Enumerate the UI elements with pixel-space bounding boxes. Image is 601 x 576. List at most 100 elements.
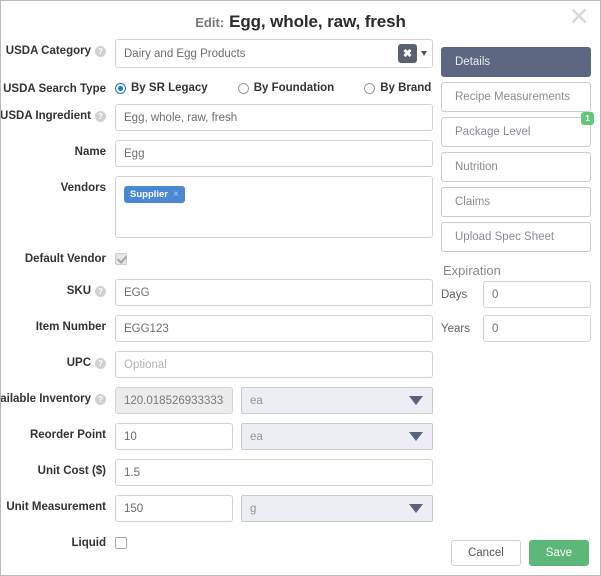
label-text: Unit Measurement xyxy=(6,501,106,513)
reorder-point-input[interactable] xyxy=(115,423,233,450)
default-vendor-checkbox xyxy=(115,253,127,265)
liquid-checkbox[interactable] xyxy=(115,537,127,549)
field-usda-ingredient: USDA Ingredient ? xyxy=(1,104,433,131)
label-usda-category: USDA Category ? xyxy=(1,39,115,57)
expiration-years-input[interactable] xyxy=(483,315,591,342)
label-expiration-days: Days xyxy=(441,288,468,301)
label-text: UPC xyxy=(66,357,91,369)
label-text: Item Number xyxy=(35,321,106,333)
label-default-vendor: Default Vendor xyxy=(1,247,115,265)
label-text: USDA Search Type xyxy=(3,83,106,95)
radio-label: By Brand xyxy=(380,82,432,94)
label-text: Unit Cost ($) xyxy=(37,465,106,477)
sidebar-item-recipe-measurements[interactable]: Recipe Measurements xyxy=(441,82,591,112)
help-icon[interactable]: ? xyxy=(95,393,106,405)
label-unit-measurement: Unit Measurement xyxy=(1,495,115,513)
usda-category-value: Dairy and Egg Products xyxy=(124,47,246,60)
tab-label: Recipe Measurements xyxy=(455,91,571,103)
field-unit-measurement: Unit Measurement g xyxy=(1,495,433,522)
help-icon[interactable]: ? xyxy=(95,110,106,122)
label-text: Available Inventory xyxy=(0,393,91,405)
unit-value: ea xyxy=(250,430,263,443)
remove-icon[interactable]: × xyxy=(173,189,179,200)
unit-value: ea xyxy=(250,394,263,407)
field-expiration-days: Days xyxy=(441,281,591,308)
usda-search-type-group: By SR Legacy By Foundation By Brand xyxy=(115,77,461,94)
chevron-down-icon xyxy=(409,396,423,405)
radio-by-brand[interactable]: By Brand xyxy=(364,82,431,94)
unit-cost-input[interactable] xyxy=(115,459,433,486)
upc-input[interactable] xyxy=(115,351,433,378)
cancel-button[interactable]: Cancel xyxy=(450,540,521,566)
label-usda-ingredient: USDA Ingredient ? xyxy=(1,104,115,122)
radio-indicator[interactable] xyxy=(115,82,126,94)
help-icon[interactable]: ? xyxy=(95,285,106,297)
sidebar: Details Recipe Measurements Package Leve… xyxy=(433,39,594,563)
radio-indicator[interactable] xyxy=(237,82,249,94)
label-name: Name xyxy=(1,140,115,158)
radio-indicator[interactable] xyxy=(364,82,376,94)
unit-measurement-input[interactable] xyxy=(115,495,233,522)
sidebar-item-details[interactable]: Details xyxy=(441,47,591,77)
label-liquid: Liquid xyxy=(1,531,115,549)
radio-by-foundation[interactable]: By Foundation xyxy=(237,82,335,94)
sidebar-item-claims[interactable]: Claims xyxy=(441,187,591,217)
tab-label: Nutrition xyxy=(455,161,498,173)
vendors-box[interactable]: Supplier × xyxy=(115,176,433,238)
modal-body: USDA Category ? Dairy and Egg Products ✖… xyxy=(1,39,600,563)
tab-label: Claims xyxy=(455,196,491,208)
field-liquid: Liquid xyxy=(1,531,433,554)
field-expiration-years: Years xyxy=(441,315,591,342)
reorder-point-unit-select[interactable]: ea xyxy=(241,423,433,450)
help-icon[interactable]: ? xyxy=(95,45,106,57)
label-text: Reorder Point xyxy=(29,429,106,441)
label-vendors: Vendors xyxy=(1,176,115,194)
vendor-tag-label: Supplier xyxy=(130,189,169,200)
tab-label: Upload Spec Sheet xyxy=(455,231,555,243)
edit-ingredient-modal: Edit: Egg, whole, raw, fresh ✕ USDA Cate… xyxy=(0,0,601,576)
label-reorder-point: Reorder Point xyxy=(1,423,115,441)
page-title-prefix: Edit: xyxy=(195,14,225,30)
expiration-days-input[interactable] xyxy=(483,281,591,308)
available-inventory-input xyxy=(115,387,233,414)
chevron-down-icon xyxy=(409,432,423,441)
sidebar-item-package-level[interactable]: Package Level 1 xyxy=(441,112,594,147)
item-number-input[interactable] xyxy=(115,315,433,342)
label-text: Default Vendor xyxy=(24,253,106,265)
label-text: USDA Ingredient xyxy=(0,110,91,122)
radio-label: By SR Legacy xyxy=(131,82,208,94)
usda-ingredient-input[interactable] xyxy=(115,104,433,131)
available-inventory-unit-select[interactable]: ea xyxy=(241,387,433,414)
modal-header: Edit: Egg, whole, raw, fresh ✕ xyxy=(1,1,600,39)
clear-icon[interactable]: ✖ xyxy=(398,44,417,63)
field-sku: SKU ? xyxy=(1,279,433,306)
usda-category-combo[interactable]: Dairy and Egg Products ✖ xyxy=(115,39,433,68)
sidebar-item-nutrition[interactable]: Nutrition xyxy=(441,152,591,182)
field-usda-category: USDA Category ? Dairy and Egg Products ✖ xyxy=(1,39,433,68)
label-available-inventory: Available Inventory ? xyxy=(1,387,115,405)
form-column: USDA Category ? Dairy and Egg Products ✖… xyxy=(1,39,433,563)
vendor-tag[interactable]: Supplier × xyxy=(124,186,185,203)
help-icon[interactable]: ? xyxy=(95,357,106,369)
field-unit-cost: Unit Cost ($) xyxy=(1,459,433,486)
expiration-heading: Expiration xyxy=(443,263,501,278)
label-text: Vendors xyxy=(60,182,106,194)
radio-by-sr-legacy[interactable]: By SR Legacy xyxy=(115,82,208,94)
unit-measurement-unit-select[interactable]: g xyxy=(241,495,433,522)
sidebar-item-upload-spec-sheet[interactable]: Upload Spec Sheet xyxy=(441,222,591,252)
label-text: SKU xyxy=(66,285,91,297)
chevron-down-icon[interactable] xyxy=(421,51,427,56)
label-upc: UPC ? xyxy=(1,351,115,369)
field-reorder-point: Reorder Point ea xyxy=(1,423,433,450)
sku-input[interactable] xyxy=(115,279,433,306)
modal-footer: Cancel Save xyxy=(450,540,589,566)
field-name: Name xyxy=(1,140,433,167)
label-text: Name xyxy=(74,146,106,158)
close-icon[interactable]: ✕ xyxy=(566,4,592,30)
status-badge: 1 xyxy=(581,112,594,125)
field-usda-search-type: USDA Search Type By SR Legacy By Foundat… xyxy=(1,77,433,95)
radio-label: By Foundation xyxy=(253,82,335,94)
save-button[interactable]: Save xyxy=(528,540,589,566)
label-text: Liquid xyxy=(71,537,107,549)
name-input[interactable] xyxy=(115,140,433,167)
